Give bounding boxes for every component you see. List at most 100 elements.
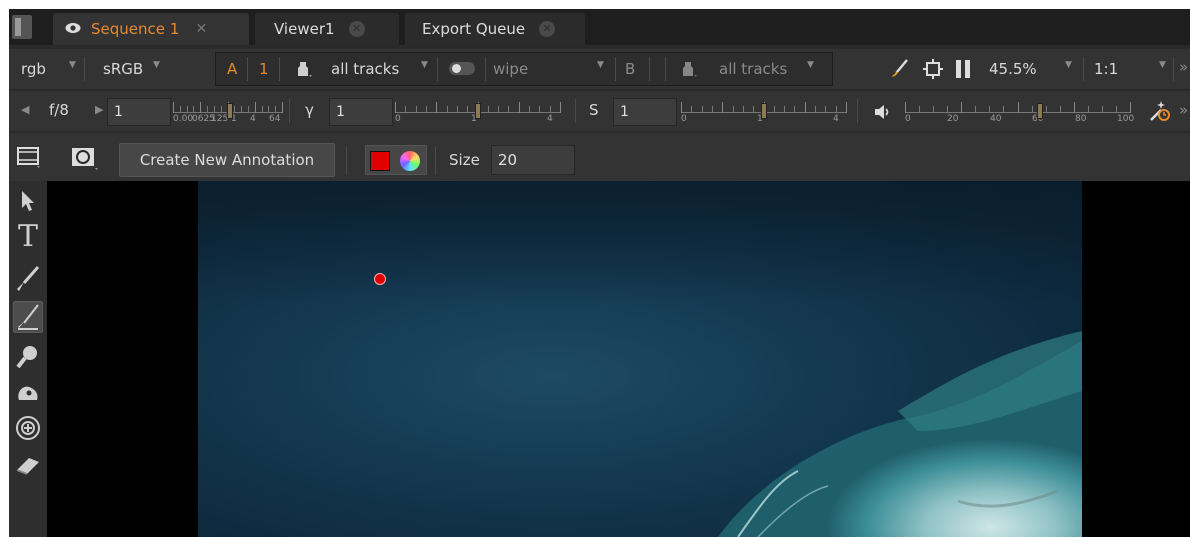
slider-tick-label: 0	[905, 114, 911, 124]
text-t-icon: T	[17, 219, 38, 254]
chevron-down-icon: ▼	[421, 60, 428, 70]
mask-overlay-icon[interactable]	[71, 147, 99, 175]
brush-tool[interactable]	[13, 263, 43, 295]
viewer-toolbar-1: rgb ▼ sRGB ▼ A 1 all tracks ▼ wipe ▼ B a…	[9, 49, 1190, 89]
tab-viewer1[interactable]: Viewer1 ✕	[255, 13, 399, 45]
close-icon[interactable]: ✕	[348, 21, 365, 37]
slider-knob[interactable]	[227, 103, 233, 119]
channel-dropdown[interactable]: rgb	[21, 60, 46, 78]
overflow-icon[interactable]: »	[1179, 58, 1188, 76]
slider-tick-label: 0.00	[173, 114, 194, 124]
slider-tick-label: 4	[250, 114, 256, 124]
stop-decrement-icon[interactable]: ◀	[21, 103, 29, 116]
slider-tick-label: 125	[211, 114, 229, 124]
a-tracks-dropdown[interactable]: all tracks	[331, 60, 399, 78]
slider-knob[interactable]	[475, 103, 481, 119]
color-wheel-icon[interactable]	[400, 151, 420, 171]
volume-slider[interactable]: 0 20 40 60 80 100	[905, 99, 1134, 125]
slider-tick-label: 64	[269, 114, 281, 124]
stop-increment-icon[interactable]: ▶	[95, 103, 103, 116]
settings-wand-icon[interactable]	[1149, 100, 1171, 126]
slider-tick-label: 80	[1075, 114, 1087, 124]
slider-knob[interactable]	[1037, 103, 1043, 119]
saturation-slider[interactable]: 014	[681, 99, 847, 125]
size-value: 20	[498, 151, 518, 169]
chevron-down-icon: ▼	[1065, 60, 1072, 70]
app-window: Sequence 1 ✕ Viewer1 ✕ Export Queue ✕ rg…	[0, 0, 1190, 537]
viewer-canvas[interactable]	[47, 181, 1190, 537]
tab-label: Viewer1	[274, 20, 335, 38]
wipe-dropdown[interactable]: wipe	[493, 60, 528, 78]
slider-tick-label: 4	[547, 114, 553, 124]
a-input-label[interactable]: A	[227, 60, 237, 78]
gain-slider[interactable]: 0.00 0625 125 1 4 64	[173, 99, 283, 125]
create-annotation-button[interactable]: Create New Annotation	[119, 143, 335, 177]
pixel-ratio-dropdown[interactable]: 1:1	[1094, 60, 1118, 78]
size-field[interactable]: 20	[491, 145, 575, 175]
zoom-dropdown[interactable]: 45.5%	[989, 60, 1037, 78]
tab-label: Export Queue	[422, 20, 526, 38]
wipe-toggle[interactable]	[449, 62, 475, 75]
brush-color-swatch[interactable]	[370, 151, 390, 171]
slider-tick-label: 20	[947, 114, 959, 124]
slider-tick-label: 4	[833, 114, 839, 124]
pen-tool-active[interactable]	[13, 301, 43, 333]
arrow-pointer-icon	[22, 191, 34, 211]
close-icon[interactable]: ✕	[539, 21, 556, 37]
track-icon[interactable]	[681, 60, 697, 82]
paint-brush-icon[interactable]	[891, 59, 909, 83]
clone-tool[interactable]	[13, 413, 43, 445]
frame-image	[198, 181, 1082, 537]
saturation-value: 1	[620, 104, 629, 120]
tab-export-queue[interactable]: Export Queue ✕	[405, 13, 585, 45]
gamma-slider[interactable]: 014	[395, 99, 561, 125]
panel-menu-icon[interactable]	[12, 15, 32, 39]
gamma-label: γ	[305, 101, 314, 119]
slider-tick-label: 40	[990, 114, 1002, 124]
magnify-tool[interactable]	[13, 341, 43, 373]
annotation-toolbar: Create New Annotation Size 20	[9, 133, 1190, 181]
saturation-label: S	[589, 101, 599, 119]
overflow-icon[interactable]: »	[1179, 101, 1188, 119]
b-tracks-dropdown[interactable]: all tracks	[719, 60, 787, 78]
create-annotation-label: Create New Annotation	[139, 151, 315, 169]
slider-knob[interactable]	[761, 103, 767, 119]
saturation-field[interactable]: 1	[613, 98, 677, 126]
colorspace-dropdown[interactable]: sRGB	[103, 60, 143, 78]
chevron-down-icon: ▼	[597, 60, 604, 70]
tab-label: Sequence 1	[91, 20, 180, 38]
chevron-down-icon: ▼	[807, 60, 814, 70]
volume-icon[interactable]	[875, 104, 891, 123]
track-icon[interactable]	[296, 60, 312, 82]
eraser-tool[interactable]	[13, 449, 43, 481]
annotation-tool-strip: T	[9, 181, 47, 537]
viewer-panel: Sequence 1 ✕ Viewer1 ✕ Export Queue ✕ rg…	[9, 9, 1190, 537]
gamma-field[interactable]: 1	[329, 98, 393, 126]
text-tool[interactable]: T	[13, 221, 43, 253]
roi-icon[interactable]	[923, 58, 943, 84]
magnifier-icon	[16, 346, 37, 369]
chevron-down-icon: ▼	[153, 60, 160, 70]
slider-tick-label: 0	[681, 114, 687, 124]
film-frame-icon[interactable]	[17, 147, 41, 173]
tab-sequence-1[interactable]: Sequence 1 ✕	[53, 13, 249, 45]
a-input-value[interactable]: 1	[259, 60, 269, 78]
smudge-tool[interactable]	[13, 377, 43, 409]
annotation-dot[interactable]	[374, 273, 386, 285]
viewer-toolbar-2: ◀ f/8 ▶ 1 0.00 0625 125 1 4 64 γ 1 014 S 1 01…	[9, 91, 1190, 131]
fstop-label[interactable]: f/8	[49, 101, 69, 119]
paint-brush-icon	[17, 266, 40, 291]
slider-tick-label: 0	[395, 114, 401, 124]
pause-icon[interactable]	[955, 60, 971, 82]
close-icon[interactable]: ✕	[193, 21, 209, 37]
size-label: Size	[449, 151, 480, 169]
eye-icon[interactable]	[65, 20, 81, 38]
color-swatch-group	[365, 145, 427, 175]
gain-field[interactable]: 1	[107, 98, 171, 126]
b-input-label[interactable]: B	[625, 60, 635, 78]
select-tool[interactable]	[13, 185, 43, 217]
clone-stamp-icon	[16, 416, 40, 440]
eraser-icon	[16, 458, 39, 475]
gain-value: 1	[114, 104, 123, 120]
pen-icon	[18, 304, 39, 330]
